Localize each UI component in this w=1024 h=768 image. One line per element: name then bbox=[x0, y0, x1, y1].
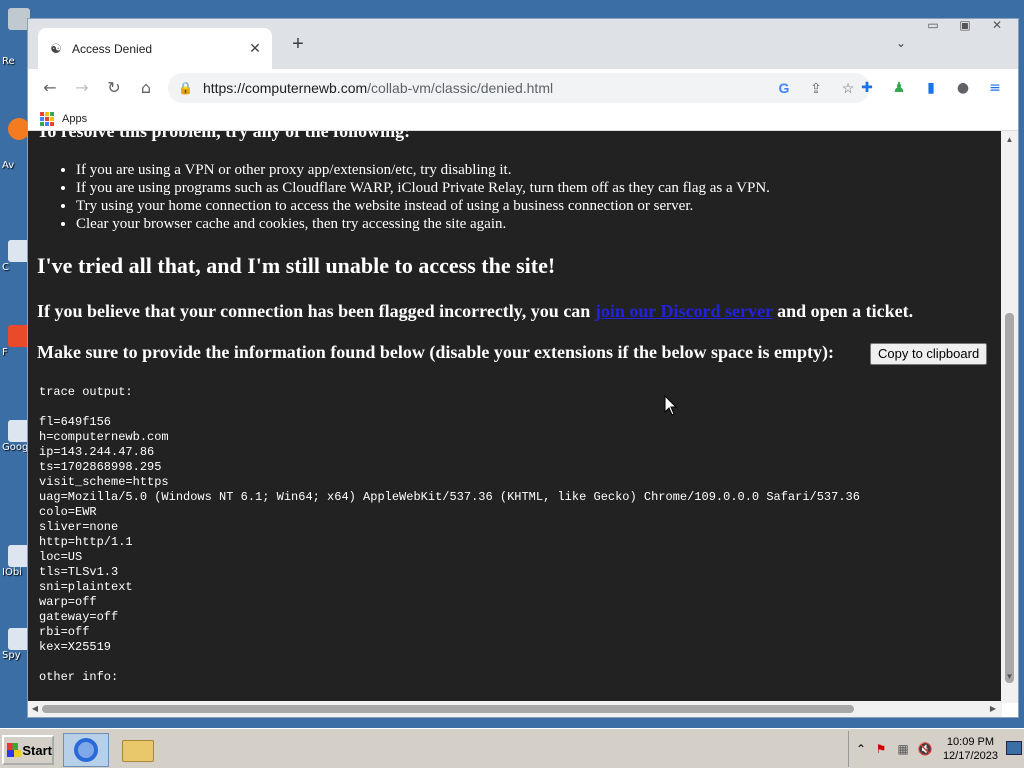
profile-avatar-icon[interactable]: ● bbox=[952, 77, 974, 99]
desktop-icon-f[interactable]: F bbox=[2, 325, 30, 358]
scroll-up-arrow-icon[interactable]: ▲ bbox=[1001, 135, 1018, 144]
desktop-icon-c[interactable]: C bbox=[2, 240, 30, 273]
paragraph-text: and open a ticket. bbox=[772, 301, 914, 321]
vertical-scrollbar[interactable]: ▲ ▼ bbox=[1001, 131, 1018, 703]
paragraph-text: If you believe that your connection has … bbox=[37, 301, 595, 321]
desktop-icon-spybot[interactable]: Spy bbox=[2, 628, 30, 661]
tab-access-denied[interactable]: ☯ Access Denied ✕ bbox=[38, 28, 272, 69]
still-unable-heading: I've tried all that, and I'm still unabl… bbox=[37, 253, 556, 278]
extensions-puzzle-icon[interactable]: ✚ bbox=[856, 77, 878, 99]
resolve-heading: To resolve this problem, try any of the … bbox=[37, 131, 411, 141]
close-tab-icon[interactable]: ✕ bbox=[246, 40, 264, 57]
forward-button[interactable]: → bbox=[68, 74, 96, 102]
apps-grid-icon bbox=[40, 111, 54, 126]
tab-title: Access Denied bbox=[72, 41, 153, 56]
list-item: If you are using a VPN or other proxy ap… bbox=[76, 161, 770, 179]
browser-window: ☯ Access Denied ✕ + ⌄ ▭ ▣ ✕ ← → ↻ ⌂ 🔒 ht… bbox=[27, 18, 1019, 718]
trace-output[interactable]: trace output: fl=649f156 h=computernewb.… bbox=[39, 385, 860, 685]
clock-date: 12/17/2023 bbox=[942, 750, 998, 762]
lock-icon[interactable]: 🔒 bbox=[178, 81, 193, 95]
page-content: To resolve this problem, try any of the … bbox=[28, 131, 1002, 703]
back-button[interactable]: ← bbox=[36, 74, 64, 102]
desktop-icon-label: Goog bbox=[2, 442, 28, 453]
scroll-down-arrow-icon[interactable]: ▼ bbox=[1001, 672, 1018, 681]
new-tab-button[interactable]: + bbox=[288, 33, 308, 56]
url-host: https://computernewb.com bbox=[202, 80, 368, 96]
taskbar: Start ⌃ ⚑ ▦ 🔇 10:09 PM 12/17/2023 bbox=[0, 728, 1024, 768]
action-center-flag-icon[interactable]: ⚑ bbox=[873, 741, 889, 757]
discord-link[interactable]: join our Discord server bbox=[595, 301, 773, 321]
maximize-button[interactable]: ▣ bbox=[952, 17, 978, 33]
scroll-right-arrow-icon[interactable]: ▶ bbox=[986, 701, 1000, 717]
desktop-icon-label: F bbox=[2, 347, 8, 358]
side-panel-icon[interactable]: ▮ bbox=[920, 77, 942, 99]
desktop-icon-recycle-bin[interactable]: Re bbox=[2, 8, 30, 67]
google-lens-icon[interactable]: G bbox=[772, 80, 796, 96]
vertical-scroll-thumb[interactable] bbox=[1005, 313, 1014, 683]
network-icon[interactable]: ▦ bbox=[895, 741, 911, 757]
chrome-icon bbox=[74, 738, 98, 762]
desktop-icon-google[interactable]: Goog bbox=[2, 420, 30, 453]
resolution-list: If you are using a VPN or other proxy ap… bbox=[76, 161, 770, 233]
copy-to-clipboard-button[interactable]: Copy to clipboard bbox=[870, 343, 988, 365]
window-controls: ▭ ▣ ✕ bbox=[920, 17, 1010, 33]
home-button[interactable]: ⌂ bbox=[132, 74, 160, 102]
extension-icon[interactable]: ♟ bbox=[888, 77, 910, 99]
show-desktop-button[interactable] bbox=[1006, 741, 1022, 755]
menu-icon[interactable]: ≡ bbox=[984, 77, 1006, 99]
list-item: If you are using programs such as Cloudf… bbox=[76, 179, 770, 197]
tab-search-chevron-icon[interactable]: ⌄ bbox=[896, 36, 906, 50]
system-tray: ⌃ ⚑ ▦ 🔇 10:09 PM 12/17/2023 bbox=[848, 731, 1024, 767]
extension-area: ✚ ♟ ▮ ● ≡ bbox=[856, 77, 1006, 99]
taskbar-chrome-button[interactable] bbox=[63, 733, 109, 767]
close-window-button[interactable]: ✕ bbox=[984, 17, 1010, 33]
windows-logo-icon bbox=[7, 743, 22, 757]
desktop-icon-label: Re bbox=[2, 56, 15, 67]
mouse-cursor-icon bbox=[664, 395, 678, 416]
volume-muted-icon[interactable]: 🔇 bbox=[917, 741, 933, 757]
start-button[interactable]: Start bbox=[2, 735, 54, 765]
url-text[interactable]: https://computernewb.com/collab-vm/class… bbox=[203, 80, 764, 96]
horizontal-scroll-thumb[interactable] bbox=[42, 705, 854, 713]
clock-time: 10:09 PM bbox=[946, 736, 995, 748]
scroll-left-arrow-icon[interactable]: ◀ bbox=[28, 701, 42, 717]
bookmarks-bar: Apps bbox=[28, 107, 1018, 131]
folder-icon bbox=[122, 740, 154, 762]
flagged-paragraph: If you believe that your connection has … bbox=[37, 301, 913, 322]
desktop-icon-label: IObi bbox=[2, 567, 22, 578]
browser-toolbar: ← → ↻ ⌂ 🔒 https://computernewb.com/colla… bbox=[28, 69, 1018, 107]
list-item: Clear your browser cache and cookies, th… bbox=[76, 215, 770, 233]
desktop-icon-iobit[interactable]: IObi bbox=[2, 545, 30, 578]
address-bar[interactable]: 🔒 https://computernewb.com/collab-vm/cla… bbox=[168, 73, 870, 103]
start-label: Start bbox=[22, 742, 52, 758]
desktop-icon-label: C bbox=[2, 262, 9, 273]
show-hidden-icons-icon[interactable]: ⌃ bbox=[853, 741, 869, 757]
tab-strip: ☯ Access Denied ✕ + ⌄ ▭ ▣ ✕ bbox=[28, 17, 1018, 69]
reload-button[interactable]: ↻ bbox=[100, 74, 128, 102]
minimize-button[interactable]: ▭ bbox=[920, 17, 946, 33]
desktop-icon-label: Av bbox=[2, 160, 15, 171]
horizontal-scrollbar[interactable]: ◀ ▶ bbox=[28, 701, 1002, 717]
provide-info-paragraph: Make sure to provide the information fou… bbox=[37, 342, 835, 362]
clock[interactable]: 10:09 PM 12/17/2023 bbox=[943, 735, 998, 763]
desktop-icon-avast[interactable]: Av bbox=[2, 118, 30, 171]
page-favicon-icon: ☯ bbox=[50, 40, 62, 56]
desktop-icon-label: Spy bbox=[2, 650, 21, 661]
share-icon[interactable]: ⇪ bbox=[804, 80, 828, 97]
url-path: /collab-vm/classic/denied.html bbox=[367, 80, 554, 96]
apps-bookmark[interactable]: Apps bbox=[62, 113, 87, 125]
taskbar-explorer-button[interactable] bbox=[115, 733, 161, 767]
list-item: Try using your home connection to access… bbox=[76, 197, 770, 215]
